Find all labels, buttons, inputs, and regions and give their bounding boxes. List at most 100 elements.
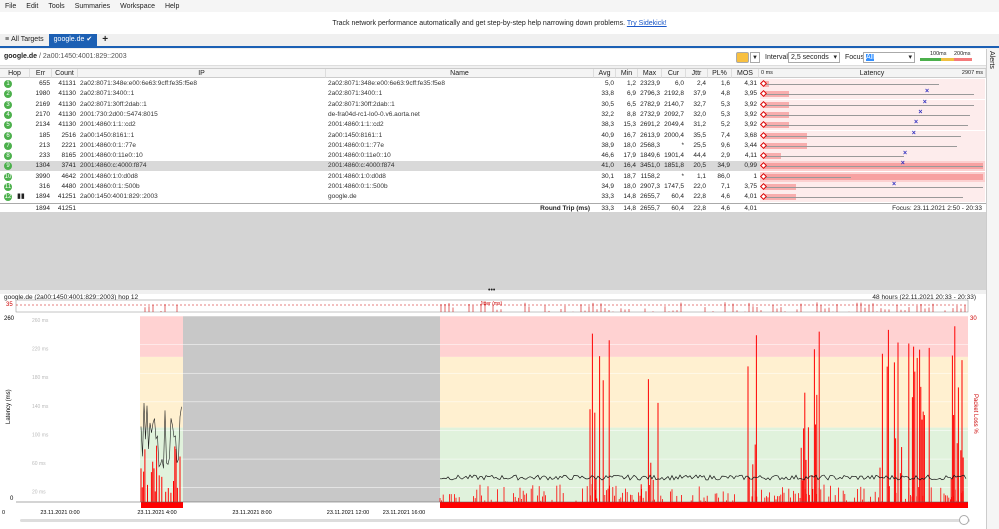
- col-err[interactable]: Err: [30, 69, 52, 78]
- table-row[interactable]: 9 1304 3741 2001:4860:c:4000:f874 2001:4860:…: [0, 160, 985, 172]
- cell-count: 41131: [58, 80, 76, 87]
- cell-min: 18,7: [623, 172, 636, 180]
- cell-max: 2655,7: [640, 193, 660, 201]
- cell-count: 2221: [61, 141, 76, 149]
- interval-value: 2,5 seconds: [791, 54, 829, 61]
- col-name[interactable]: Name: [326, 69, 594, 78]
- chevron-down-icon: ▾: [833, 54, 837, 61]
- cell-avg: 41,0: [601, 162, 614, 170]
- cell-err: 1304: [35, 162, 50, 170]
- current-marker-icon: ×: [911, 129, 916, 137]
- col-max[interactable]: Max: [638, 69, 662, 78]
- table-row[interactable]: 12 1894 41251 2a00:1450:4001:829::2003 googl…: [0, 192, 985, 203]
- alert-icon[interactable]: [736, 52, 749, 63]
- table-row[interactable]: 3 2169 41130 2a02:8071:30ff:2dab::1 2a02:807…: [0, 99, 985, 110]
- loss-baseline-early: [141, 502, 183, 508]
- latency-range-line: [763, 145, 957, 147]
- table-row[interactable]: 8 233 8165 2001:4860:0:11e0::10 2001:4860:0:…: [0, 150, 985, 162]
- menu-item-tools[interactable]: Tools: [43, 3, 69, 10]
- table-row[interactable]: 10 3990 4642 2001:4860:1:0:d0d8 2001:4860:1:…: [0, 171, 985, 182]
- empty-grid-area: [0, 212, 986, 290]
- time-slider-track[interactable]: [20, 519, 970, 522]
- col-count[interactable]: Count: [52, 69, 78, 78]
- latency-bar-cell: ×: [759, 88, 985, 100]
- cell-max: 1158,2: [640, 172, 660, 180]
- graph-icon[interactable]: ▮▮: [17, 192, 25, 200]
- table-row[interactable]: 1 655 41131 2a02:8071:348e:e00:6e63:9cff:fe…: [0, 79, 985, 89]
- col-latency[interactable]: 0 ms Latency 2907 ms: [759, 69, 986, 78]
- table-row[interactable]: 2 1980 41130 2a02:8071:3400::1 2a02:8071:340…: [0, 88, 985, 100]
- banner-text: Track network performance automatically …: [332, 20, 626, 27]
- col-mos[interactable]: MOS: [732, 69, 759, 78]
- cell-jttr: 20,5: [693, 162, 706, 170]
- latency-range-line: [763, 114, 970, 116]
- cell-count: 41130: [58, 90, 76, 98]
- cell-count: 2516: [61, 131, 76, 139]
- current-marker-icon: ×: [922, 98, 927, 106]
- table-row[interactable]: 11 316 4480 2001:4860:0:1::500b 2001:4860:0:…: [0, 181, 985, 192]
- add-tab-button[interactable]: +: [97, 34, 113, 46]
- col-pl[interactable]: PL%: [708, 69, 732, 78]
- cell-min: 18,0: [623, 141, 636, 149]
- col-cur[interactable]: Cur: [662, 69, 686, 78]
- alerts-sidebar[interactable]: Alerts: [986, 49, 999, 529]
- cell-ip: 2a02:8071:30ff:2dab::1: [80, 100, 147, 108]
- col-hop[interactable]: Hop: [0, 69, 30, 78]
- menu-item-summaries[interactable]: Summaries: [70, 3, 115, 10]
- cell-jttr: 31,2: [693, 121, 706, 129]
- col-ip[interactable]: IP: [78, 69, 326, 78]
- gridline-label: 180 ms: [32, 375, 49, 381]
- table-row[interactable]: 4 2170 41130 2001:730:2d00::5474:8015 de-fra…: [0, 109, 985, 120]
- cell-err: 655: [39, 80, 50, 87]
- col-avg[interactable]: Avg: [594, 69, 616, 78]
- cell-count: 4480: [61, 183, 76, 190]
- cell-err: 185: [39, 131, 50, 139]
- latency-bar-cell: ×: [759, 160, 985, 172]
- cell-count: 4642: [61, 172, 76, 180]
- cell-cur: 1901,4: [664, 152, 684, 160]
- cell-cur: 2192,8: [664, 90, 684, 98]
- time-slider-handle[interactable]: [959, 515, 969, 525]
- cell-ip: 2001:4860:1:1::cd2: [80, 121, 136, 129]
- cell-avg: 5,0: [604, 80, 614, 87]
- table-row[interactable]: 5 2134 41130 2001:4860:1:1::cd2 2001:4860:1:…: [0, 119, 985, 131]
- cell-jttr: 2,4: [696, 80, 706, 87]
- promo-banner: Track network performance automatically …: [0, 12, 999, 34]
- cell-mos: 3,92: [744, 110, 757, 118]
- hop-status-icon: 12: [4, 193, 12, 202]
- table-row[interactable]: 6 185 2516 2a00:1450:8161::1 2a00:1450:8161:…: [0, 130, 985, 141]
- col-min[interactable]: Min: [616, 69, 638, 78]
- trace-grid: Hop Err Count IP Name Avg Min Max Cur Jt…: [0, 68, 986, 213]
- cell-pl: 7,1: [720, 183, 730, 190]
- focus-select[interactable]: All ▾: [863, 52, 915, 63]
- cell-pl: 34,9: [717, 162, 730, 170]
- cell-pl: 1,6: [720, 80, 730, 87]
- cell-cur: 60,4: [671, 193, 684, 201]
- cell-ip: 2001:4860:c:4000:f874: [80, 162, 147, 170]
- menu-item-help[interactable]: Help: [160, 3, 184, 10]
- tab-all-targets[interactable]: ≡ All Targets: [0, 34, 49, 46]
- tab-google[interactable]: google.de ✔: [48, 34, 98, 46]
- cell-cur: 2000,4: [664, 131, 684, 139]
- alert-dropdown-icon[interactable]: ▼: [750, 52, 760, 63]
- cell-avg: 33,3: [601, 193, 614, 201]
- jitter-scale-label: 35: [6, 302, 13, 308]
- cell-name: 2a02:8071:3400::1: [328, 90, 383, 98]
- interval-select[interactable]: 2,5 seconds ▾: [788, 52, 840, 63]
- latency-bar-cell: [759, 140, 985, 151]
- tab-bar: ≡ All Targets google.de ✔ +: [0, 34, 999, 48]
- cell-err: 3990: [35, 172, 50, 180]
- timeline-chart[interactable]: Jitter (ms) 35 260 ms 220 ms 180 ms 140 ms 100…: [0, 294, 986, 516]
- table-row[interactable]: 7 213 2221 2001:4860:0:1::77e 2001:4860:0:1:…: [0, 140, 985, 151]
- menu-item-workspace[interactable]: Workspace: [115, 3, 160, 10]
- menu-item-file[interactable]: File: [0, 3, 21, 10]
- cell-pl: 5,3: [720, 100, 730, 108]
- cell-avg: 30,5: [601, 100, 614, 108]
- cell-min: 14,8: [623, 193, 636, 201]
- cell-min: 17,9: [623, 152, 636, 160]
- sidekick-link[interactable]: Try Sidekick!: [627, 20, 667, 27]
- latency-bar-cell: ×: [759, 119, 985, 131]
- menu-item-edit[interactable]: Edit: [21, 3, 43, 10]
- col-jttr[interactable]: Jttr: [686, 69, 708, 78]
- cell-ip: 2001:4860:1:0:d0d8: [80, 172, 138, 180]
